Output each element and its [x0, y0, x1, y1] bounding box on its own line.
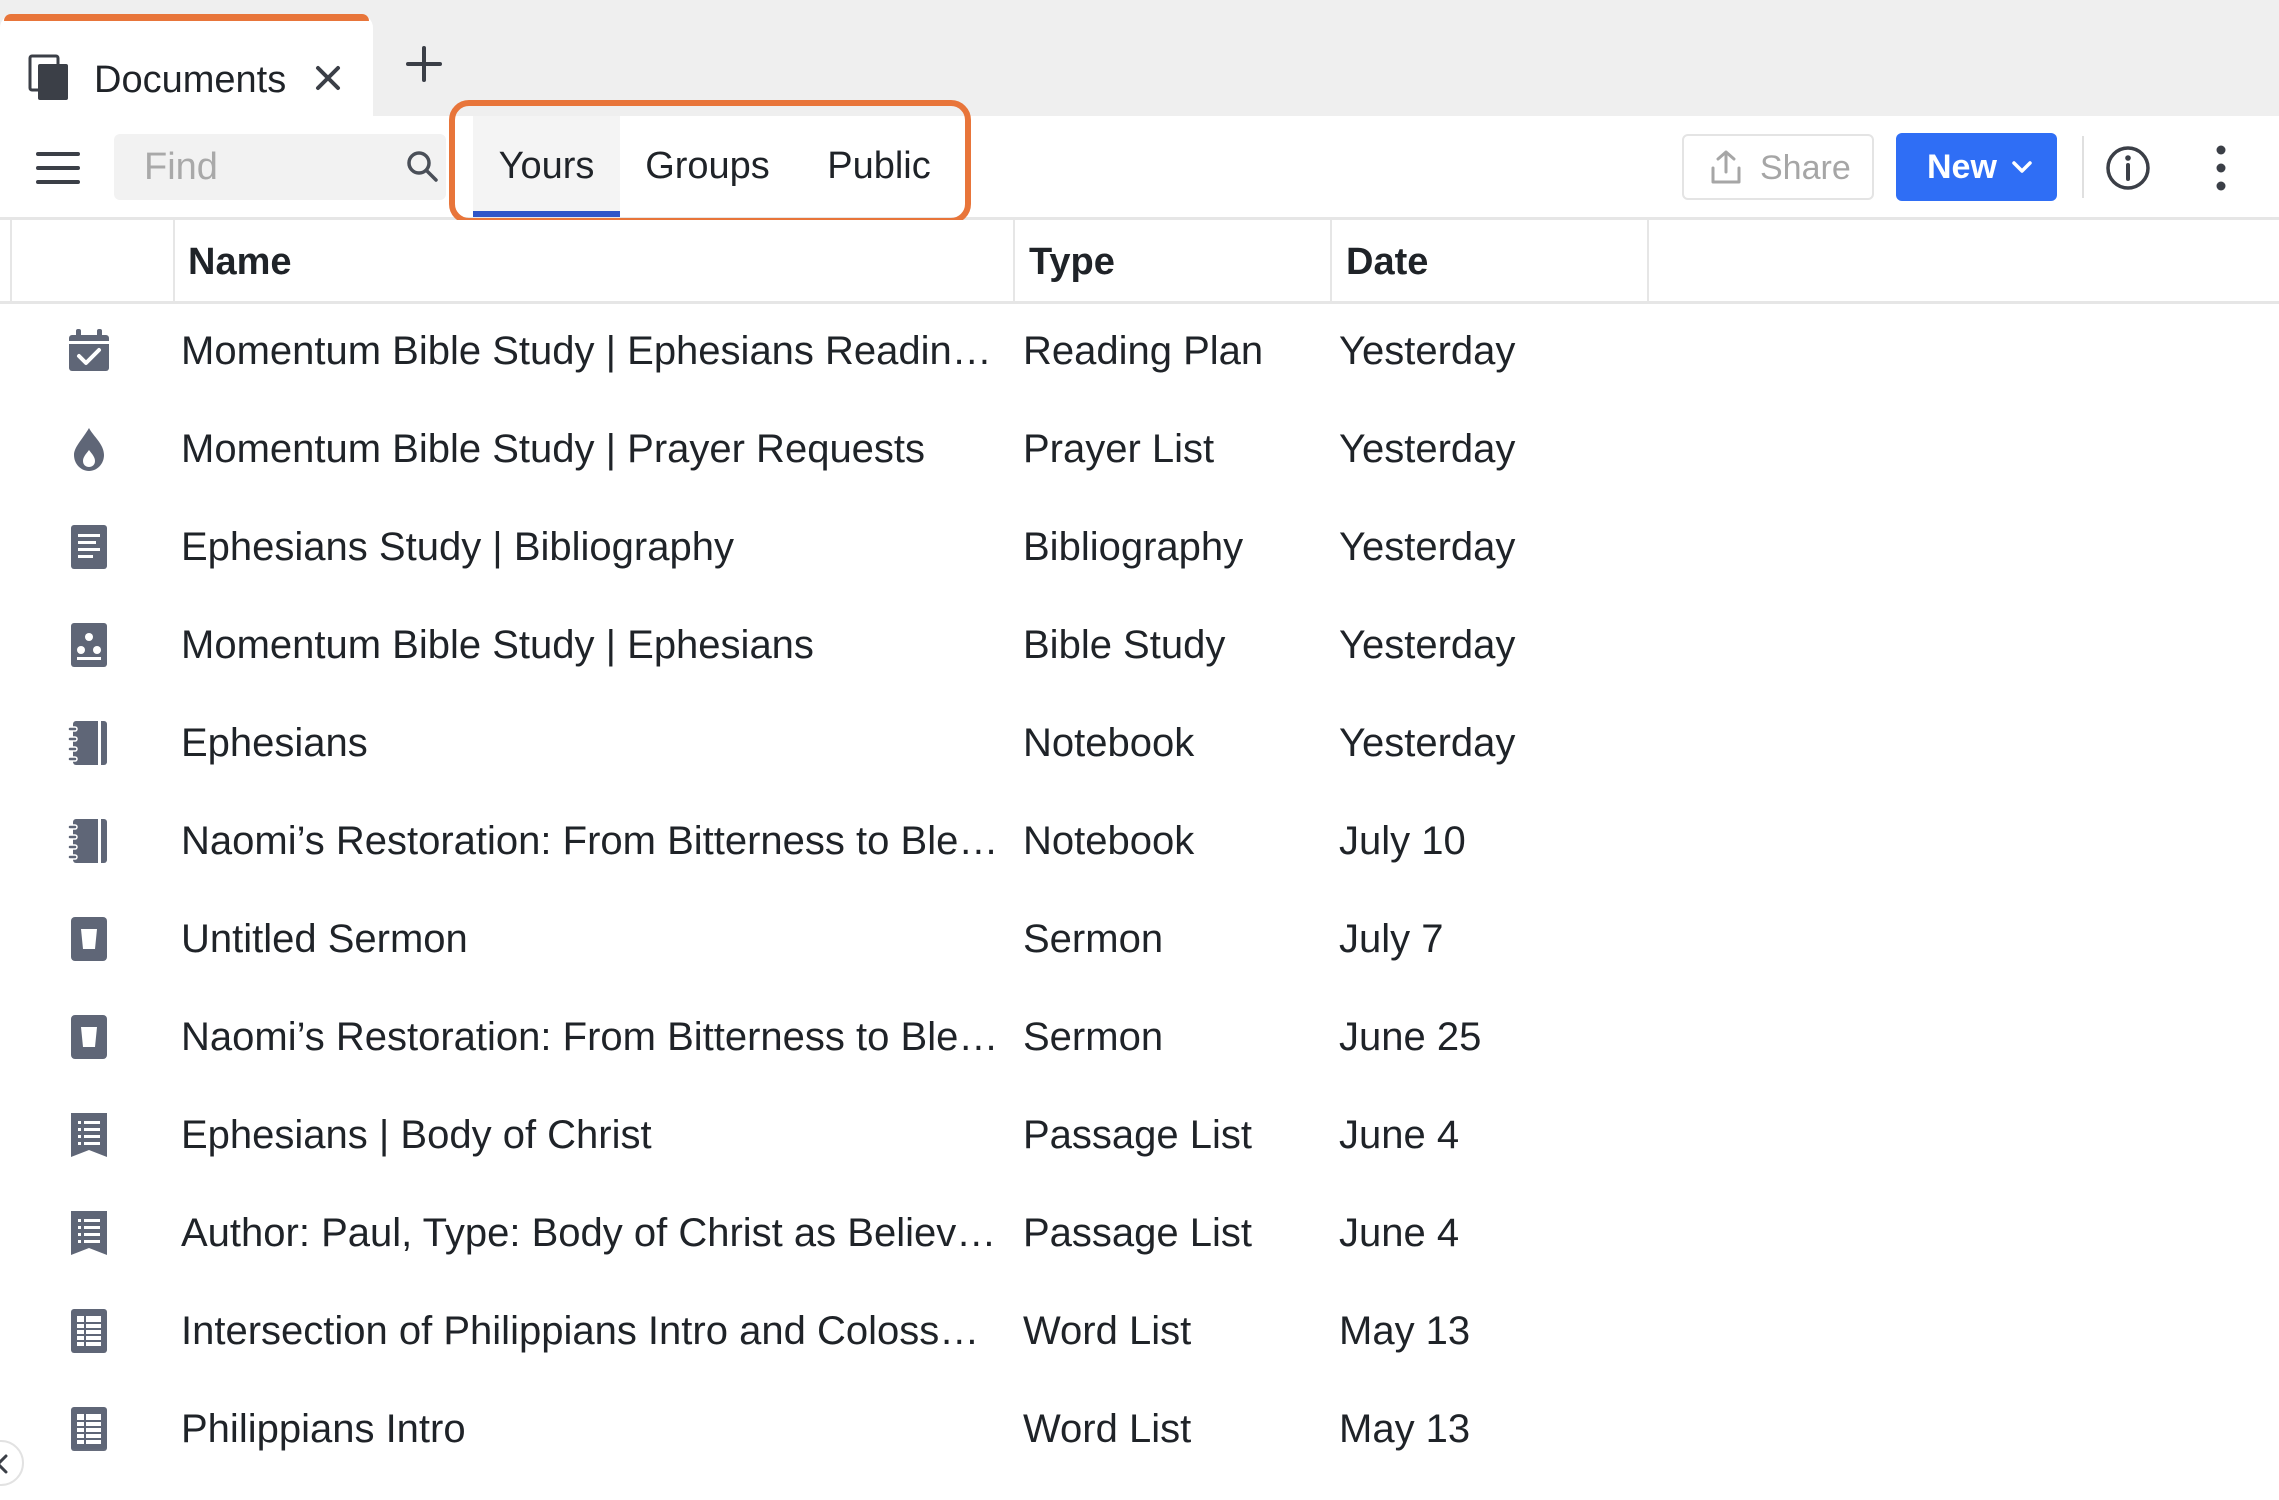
- bible-study-icon: [71, 623, 107, 667]
- row-name: Naomi’s Restoration: From Bitterness to …: [181, 819, 999, 863]
- column-divider[interactable]: [173, 220, 175, 304]
- column-divider[interactable]: [1647, 220, 1649, 304]
- table-row[interactable]: Untitled Sermon Sermon July 7: [0, 890, 2279, 988]
- notebook-icon: [67, 721, 107, 765]
- row-date: July 10: [1339, 819, 1466, 863]
- info-icon[interactable]: [2104, 144, 2152, 192]
- passage-list-icon: [71, 1113, 107, 1157]
- row-type: Passage List: [1023, 1211, 1253, 1255]
- row-type: Bible Study: [1023, 623, 1226, 667]
- reading-plan-icon: [69, 329, 109, 371]
- row-name: Author: Paul, Type: Body of Christ as Be…: [181, 1211, 997, 1255]
- row-date: May 13: [1339, 1309, 1471, 1353]
- row-type: Prayer List: [1023, 427, 1215, 471]
- row-type: Notebook: [1023, 721, 1195, 765]
- table-row[interactable]: Naomi’s Restoration: From Bitterness to …: [0, 988, 2279, 1086]
- hamburger-icon[interactable]: [36, 148, 80, 188]
- search-icon[interactable]: [404, 148, 440, 184]
- sermon-icon: [71, 917, 107, 961]
- row-type: Word List: [1023, 1309, 1192, 1353]
- table-row[interactable]: Momentum Bible Study | Ephesians Readin……: [0, 302, 2279, 400]
- word-list-icon: [71, 1309, 107, 1353]
- row-name: Ephesians Study | Bibliography: [181, 525, 734, 569]
- row-date: June 4: [1339, 1211, 1460, 1255]
- row-type: Sermon: [1023, 917, 1164, 961]
- table-row[interactable]: Intersection of Philippians Intro and Co…: [0, 1282, 2279, 1380]
- passage-list-icon: [71, 1211, 107, 1255]
- row-name: Intersection of Philippians Intro and Co…: [181, 1309, 980, 1353]
- chevron-left-icon: [0, 1454, 8, 1474]
- table-header: Name Type Date: [0, 220, 2279, 304]
- toolbar-divider: [2082, 136, 2084, 198]
- notebook-icon: [67, 819, 107, 863]
- tab-strip: Documents: [0, 0, 2279, 116]
- row-date: June 25: [1339, 1015, 1482, 1059]
- table-row[interactable]: Author: Paul, Type: Body of Christ as Be…: [0, 1184, 2279, 1282]
- close-icon[interactable]: [308, 58, 348, 98]
- row-date: May 13: [1339, 1407, 1471, 1451]
- row-date: Yesterday: [1339, 329, 1516, 373]
- chevron-down-icon: [2012, 161, 2032, 173]
- prayer-list-icon: [74, 428, 104, 471]
- table-row[interactable]: Momentum Bible Study | Prayer Requests P…: [0, 400, 2279, 498]
- plus-icon[interactable]: [400, 40, 448, 88]
- column-divider[interactable]: [1013, 220, 1015, 304]
- row-name: Momentum Bible Study | Prayer Requests: [181, 427, 926, 471]
- row-type: Word List: [1023, 1407, 1192, 1451]
- table-row[interactable]: Naomi’s Restoration: From Bitterness to …: [0, 792, 2279, 890]
- column-header-name[interactable]: Name: [188, 220, 292, 304]
- column-header-type[interactable]: Type: [1029, 220, 1115, 304]
- column-divider[interactable]: [1330, 220, 1332, 304]
- word-list-icon: [71, 1407, 107, 1451]
- row-name: Untitled Sermon: [181, 917, 468, 961]
- share-icon: [1711, 150, 1741, 184]
- documents-tab[interactable]: Documents: [0, 14, 373, 116]
- new-button[interactable]: New: [1896, 133, 2057, 201]
- table-row[interactable]: Ephesians Notebook Yesterday: [0, 694, 2279, 792]
- tab-yours[interactable]: Yours: [473, 116, 620, 216]
- row-date: Yesterday: [1339, 623, 1516, 667]
- sermon-icon: [71, 1015, 107, 1059]
- row-name: Momentum Bible Study | Ephesians Readin…: [181, 329, 992, 373]
- share-button[interactable]: Share: [1682, 134, 1874, 200]
- tab-groups[interactable]: Groups: [630, 116, 785, 216]
- row-type: Bibliography: [1023, 525, 1244, 569]
- bibliography-icon: [71, 525, 107, 569]
- table-row[interactable]: Philippians Intro Word List May 13: [0, 1380, 2279, 1478]
- active-tab-accent: [4, 14, 369, 21]
- row-name: Philippians Intro: [181, 1407, 466, 1451]
- tab-public[interactable]: Public: [805, 116, 953, 216]
- active-tab-underline: [473, 211, 620, 217]
- row-date: Yesterday: [1339, 525, 1516, 569]
- more-options-icon[interactable]: [2205, 142, 2237, 194]
- find-input[interactable]: [114, 134, 446, 200]
- column-header-date[interactable]: Date: [1346, 220, 1428, 304]
- documents-icon: [28, 54, 68, 100]
- share-label: Share: [1760, 149, 1851, 187]
- row-type: Sermon: [1023, 1015, 1164, 1059]
- new-label: New: [1927, 148, 1997, 186]
- row-type: Passage List: [1023, 1113, 1253, 1157]
- row-date: June 4: [1339, 1113, 1460, 1157]
- row-date: Yesterday: [1339, 721, 1516, 765]
- table-row[interactable]: Ephesians | Body of Christ Passage List …: [0, 1086, 2279, 1184]
- row-name: Ephesians | Body of Christ: [181, 1113, 652, 1157]
- table-row[interactable]: Ephesians Study | Bibliography Bibliogra…: [0, 498, 2279, 596]
- row-name: Momentum Bible Study | Ephesians: [181, 623, 814, 667]
- row-date: Yesterday: [1339, 427, 1516, 471]
- row-name: Ephesians: [181, 721, 368, 765]
- row-type: Reading Plan: [1023, 329, 1264, 373]
- column-divider: [10, 220, 12, 304]
- row-type: Notebook: [1023, 819, 1195, 863]
- table-row[interactable]: Momentum Bible Study | Ephesians Bible S…: [0, 596, 2279, 694]
- documents-tab-label: Documents: [94, 59, 287, 101]
- row-date: July 7: [1339, 917, 1444, 961]
- row-name: Naomi’s Restoration: From Bitterness to …: [181, 1015, 999, 1059]
